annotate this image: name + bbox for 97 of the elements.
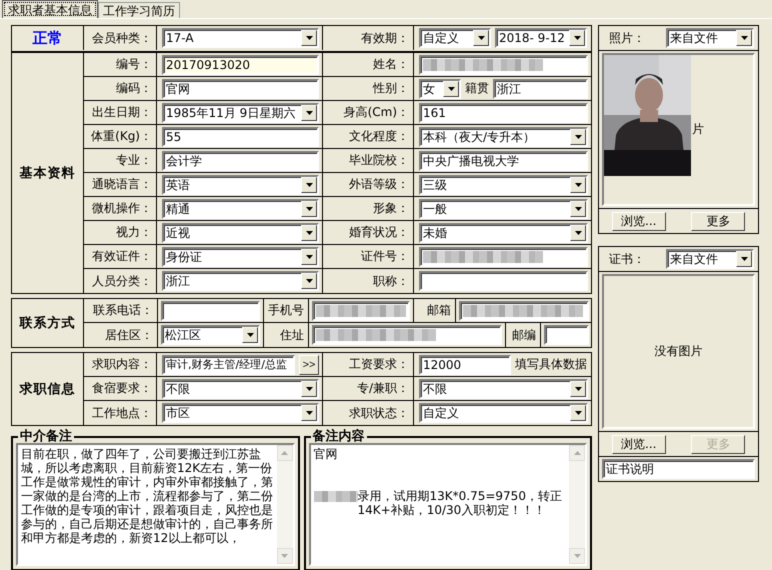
text-field[interactable]: 20170913020 [162, 54, 319, 74]
dropdown[interactable]: 近视 [162, 222, 319, 242]
field-label: 工作地点： [92, 404, 152, 422]
field-label: 毕业院校： [349, 152, 409, 169]
dropdown[interactable]: 三级 [419, 174, 588, 194]
field-label: 出生日期： [92, 104, 152, 121]
field-label: 有效证件： [92, 248, 152, 265]
date-dropdown[interactable]: 2018- 9-12 [495, 28, 587, 48]
tab[interactable]: 求职者基本信息 [2, 0, 98, 18]
dropdown[interactable]: 英语 [162, 174, 319, 194]
dropdown[interactable]: 自定义 [419, 403, 588, 423]
field-label: 视力： [116, 224, 152, 241]
empty-image-text: 没有图片 [654, 343, 702, 360]
text-field[interactable] [419, 54, 588, 74]
text-field[interactable]: 官网 [162, 78, 319, 98]
field-label: 邮箱 [427, 302, 451, 319]
field-label: 照片： [609, 30, 645, 46]
field-label: 文化程度： [349, 128, 409, 145]
field-label: 外语等级： [349, 176, 409, 193]
section-title: 求职信息 [20, 381, 76, 398]
field-label: 邮编 [512, 326, 536, 344]
picker-button[interactable]: >> [299, 354, 319, 374]
dropdown[interactable]: 浙江 [162, 271, 319, 291]
text-area[interactable]: 官网 录用，试用期13K*0.75=9750，转正14K+补贴，10/30入职初定！！！ [308, 443, 587, 566]
dropdown[interactable]: 来自文件 [666, 28, 754, 48]
text-field[interactable]: 证书说明 [602, 459, 755, 479]
text-area[interactable]: 目前在职，做了四年了，公司要搬迁到江苏盐城，所以考虑离职，目前薪资12K左右，第一份工作是做常规性的审计，内审外审都接触了，第一家做的是台湾的上市，流程都参与了，第二份工作做的是专项的审计，跟着项目走，风控也是参与的，自己后期还是想做审计的，自己事务所和甲方都是考虑的，新资12以上都可以， [16, 443, 294, 566]
field-label: 工资要求： [349, 356, 409, 373]
field-label: 籍贯 [465, 80, 489, 97]
field-label: 证件号： [361, 248, 409, 265]
field-label: 食宿要求： [92, 380, 152, 397]
button[interactable]: 浏览... [612, 434, 666, 454]
dropdown[interactable]: 自定义 [419, 28, 491, 48]
field-label: 微机操作： [92, 200, 152, 217]
field-label: 性别： [373, 80, 409, 97]
text-field[interactable]: 中央广播电视大学 [419, 150, 588, 170]
dropdown[interactable]: 不限 [162, 378, 319, 398]
field-label: 姓名： [373, 56, 409, 73]
text-field[interactable]: 55 [162, 126, 319, 146]
text-field[interactable] [419, 271, 588, 291]
group-title: 备注内容 [311, 430, 366, 443]
text-field[interactable] [312, 325, 502, 345]
dropdown[interactable]: 来自文件 [666, 249, 754, 269]
dropdown[interactable]: 不限 [419, 378, 588, 398]
field-label: 通晓语言： [92, 176, 152, 193]
dropdown[interactable]: 松江区 [161, 325, 260, 345]
dropdown[interactable]: 一般 [419, 198, 588, 218]
field-label: 有效期： [361, 30, 409, 46]
dropdown[interactable]: 精通 [162, 198, 319, 218]
text-field[interactable]: 161 [419, 102, 588, 122]
field-label: 人员分类： [92, 272, 152, 290]
hint-text: 填写具体数据 [515, 356, 587, 373]
field-label: 编号： [116, 56, 152, 73]
text-field[interactable] [161, 300, 260, 320]
text-field[interactable]: 浙江 [493, 78, 588, 98]
pixelated-drawing [314, 491, 358, 502]
dropdown[interactable]: 本科（夜大/专升本） [419, 126, 588, 146]
field-label: 专/兼职： [356, 380, 409, 397]
field-label: 职称： [373, 272, 409, 290]
text-field[interactable]: 审计,财务主管/经理/总监 [162, 354, 295, 374]
text-field[interactable] [419, 246, 588, 266]
field-label: 手机号 [268, 302, 304, 319]
field-label: 编码： [116, 80, 152, 97]
text-field[interactable]: 12000 [419, 354, 511, 374]
note-text: 官网 [314, 447, 338, 461]
field-label: 居住区： [105, 326, 153, 344]
field-label: 住址 [280, 326, 304, 344]
dropdown[interactable]: 1985年11月 9日星期六 [162, 102, 319, 122]
dropdown[interactable]: 女 [419, 78, 461, 98]
dropdown[interactable]: 市区 [162, 403, 319, 423]
text-field[interactable] [459, 300, 589, 320]
status-label: 正常 [32, 28, 62, 48]
note-text: 目前在职，做了四年了，公司要搬迁到江苏盐城，所以考虑离职，目前薪资12K左右，第一份工作是做常规性的审计，内审外审都接触了，第一家做的是台湾的上市，流程都参与了，第二份工作做的是专项的审计，跟着项目走，风控也是参与的，自己后期还是想做审计的，自己事务所和甲方都是考虑的，新资12以上都可以， [21, 447, 274, 545]
note-text: 录用，试用期13K*0.75=9750，转正14K+补贴，10/30入职初定！！！ [358, 489, 563, 517]
button[interactable]: 更多 [691, 212, 746, 230]
field-label: 联系电话： [93, 302, 153, 319]
tab[interactable]: 工作学习简历 [98, 2, 180, 18]
field-label: 身高(Cm)： [344, 104, 409, 121]
field-label: 会员种类： [92, 30, 152, 46]
button[interactable]: 浏览... [612, 212, 666, 230]
field-label: 证书： [609, 250, 645, 268]
group-title: 中介备注 [19, 430, 73, 443]
field-label: 体重(Kg)： [91, 128, 152, 145]
section-title: 基本资料 [20, 165, 76, 182]
section-title: 联系方式 [20, 314, 76, 332]
field-label: 专业： [116, 152, 152, 169]
dropdown[interactable]: 未婚 [419, 222, 588, 242]
field-label: 求职内容： [92, 356, 152, 373]
image-text: 片 [692, 121, 704, 138]
field-label: 求职状态： [349, 404, 409, 422]
dropdown[interactable]: 17-A [162, 28, 319, 48]
dropdown[interactable]: 身份证 [162, 246, 319, 266]
text-field[interactable] [312, 300, 410, 320]
text-field[interactable] [544, 325, 589, 345]
text-field[interactable]: 会计学 [162, 150, 319, 170]
field-label: 婚育状况： [349, 224, 409, 241]
field-label: 形象： [373, 200, 409, 217]
